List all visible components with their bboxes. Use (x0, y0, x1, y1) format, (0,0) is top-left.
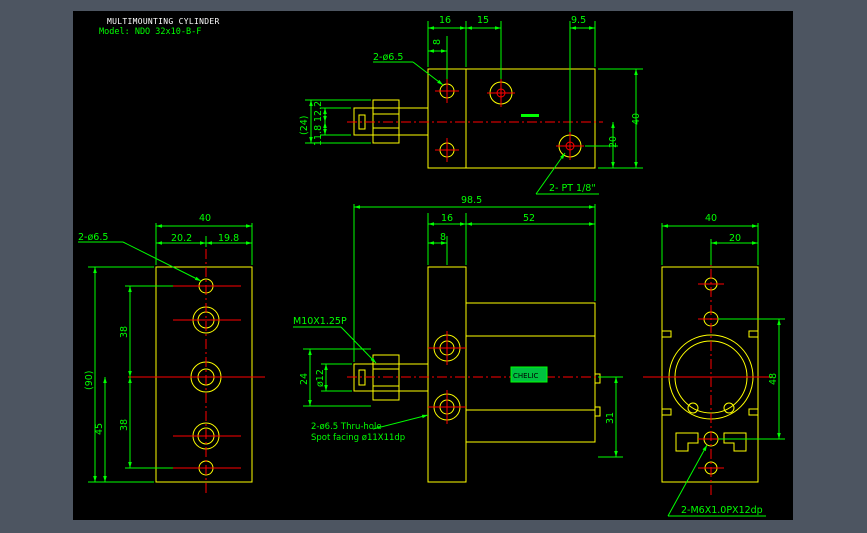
dim-side-hole: 2-ø6.5 (78, 232, 108, 243)
dim-side-90: (90) (84, 370, 95, 390)
dim-top-16: 16 (439, 15, 451, 26)
dim-end-40: 40 (705, 213, 717, 224)
side-body (155, 266, 253, 483)
dim-end-48: 48 (768, 373, 779, 385)
top-view (305, 21, 643, 195)
side-view (78, 223, 265, 496)
dim-front-16: 16 (441, 213, 453, 224)
dim-top-40: 40 (631, 113, 642, 125)
dim-top-20: 20 (608, 136, 619, 148)
dim-side-19-8: 19.8 (218, 233, 239, 244)
dim-front-hole: 2-ø6.5 Thru-hole (311, 422, 382, 432)
dim-top-12-2: 12.2 (313, 101, 324, 122)
dim-side-20-2: 20.2 (171, 233, 192, 244)
cad-drawing: 16 15 9.5 8 2-ø6.5 (24) 12.2 11.8 40 20 … (78, 15, 785, 517)
dim-side-38a: 38 (119, 326, 130, 338)
dim-front-31: 31 (605, 412, 616, 424)
dim-side-40: 40 (199, 213, 211, 224)
dim-front-98-5: 98.5 (461, 195, 482, 206)
dim-end-20: 20 (729, 233, 741, 244)
dim-front-52: 52 (523, 213, 535, 224)
dim-top-15: 15 (477, 15, 489, 26)
dim-front-thread: M10X1.25P (293, 316, 347, 327)
dim-front-24: 24 (299, 373, 310, 385)
dim-top-hole: 2-ø6.5 (373, 52, 403, 63)
dim-top-8: 8 (432, 39, 443, 45)
dim-side-38b: 38 (119, 419, 130, 431)
dim-top-24: (24) (299, 115, 310, 135)
dim-top-11-8: 11.8 (313, 125, 324, 146)
dim-top-port: 2- PT 1/8" (549, 183, 596, 194)
dim-front-phi12: ø12 (315, 369, 326, 387)
front-flange (427, 266, 467, 483)
dim-front-8: 8 (440, 232, 446, 243)
dim-side-45: 45 (94, 423, 105, 435)
end-view (643, 223, 785, 517)
dim-top-9-5: 9.5 (571, 15, 586, 26)
chelic-badge-text: CHELIC (513, 372, 539, 380)
dim-front-spot: Spot facing ø11X11dp (311, 433, 405, 443)
dim-end-tap: 2-M6X1.0PX12dp (681, 505, 763, 516)
drawing-sheet: MULTIMOUNTING CYLINDER Model: NDO 32x10-… (73, 11, 793, 520)
